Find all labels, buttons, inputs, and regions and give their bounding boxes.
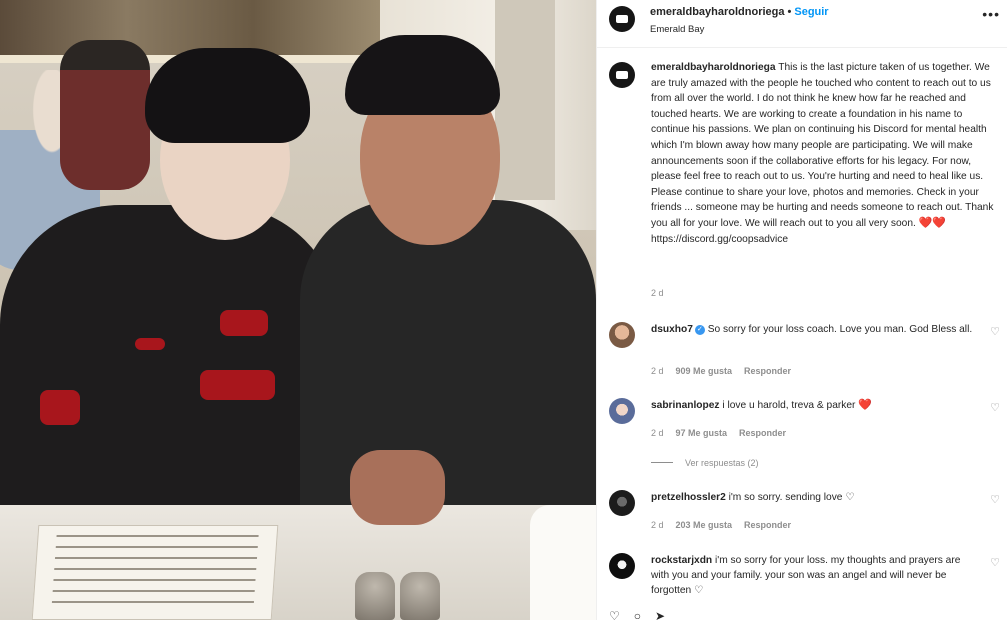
- commenter-avatar[interactable]: [609, 553, 635, 579]
- comment-likes[interactable]: 203 Me gusta: [676, 520, 733, 530]
- comment-meta: 2 d 203 Me gusta Responder: [651, 520, 803, 530]
- comment-text-block: pretzelhossler2 i'm so sorry. sending lo…: [651, 490, 981, 505]
- comment-likes[interactable]: 909 Me gusta: [676, 366, 733, 376]
- like-post-icon[interactable]: ♡: [609, 609, 634, 620]
- caption-timestamp[interactable]: 2 d: [651, 288, 664, 298]
- older-man-hair: [345, 35, 500, 115]
- heart-outline-emoji-icon: ♡: [845, 492, 855, 503]
- caption-username[interactable]: emeraldbayharoldnoriega: [651, 62, 776, 73]
- menu-card: [31, 525, 279, 620]
- follow-button[interactable]: Seguir: [794, 6, 828, 18]
- background-diner-2: [60, 40, 150, 190]
- reply-button[interactable]: Responder: [744, 366, 791, 376]
- young-man-sweater: [0, 205, 340, 525]
- heart-emoji-icon: ❤️: [858, 399, 872, 411]
- post-header: emeraldbayharoldnoriega • Seguir Emerald B…: [597, 0, 1007, 48]
- sweater-red-pattern: [200, 370, 275, 400]
- background-pillar: [495, 0, 555, 200]
- like-heart-icon[interactable]: ♡: [990, 556, 1000, 569]
- comment-likes[interactable]: 97 Me gusta: [676, 428, 728, 438]
- comment-time[interactable]: 2 d: [651, 428, 664, 438]
- comment-text-block: rockstarjxdn i'm so sorry for your loss.…: [651, 553, 981, 598]
- profile-username[interactable]: emeraldbayharoldnoriega: [650, 6, 785, 18]
- comment-text-block: sabrinanlopez i love u harold, treva & p…: [651, 398, 981, 413]
- salt-shaker: [355, 572, 395, 620]
- more-options-icon[interactable]: •••: [982, 6, 1000, 22]
- comment-text: i'm so sorry. sending love: [728, 492, 843, 503]
- comment-meta: 2 d 909 Me gusta Responder: [651, 366, 803, 376]
- replies-line: [651, 462, 673, 463]
- sweater-red-pattern: [40, 390, 80, 425]
- caption-avatar[interactable]: [609, 62, 635, 88]
- heart-emoji-icon: ❤️❤️: [918, 216, 947, 229]
- sweater-red-pattern: [135, 338, 165, 350]
- comment-time[interactable]: 2 d: [651, 366, 664, 376]
- commenter-avatar[interactable]: [609, 322, 635, 348]
- napkin: [530, 505, 596, 620]
- young-man-hair: [145, 48, 310, 143]
- comment-username[interactable]: sabrinanlopez: [651, 400, 720, 411]
- comment-meta: 2 d 97 Me gusta Responder: [651, 428, 798, 438]
- post-side-panel: emeraldbayharoldnoriega • Seguir Emerald B…: [596, 0, 1007, 620]
- action-bar: ♡○➤: [609, 609, 679, 620]
- like-heart-icon[interactable]: ♡: [990, 325, 1000, 338]
- like-heart-icon[interactable]: ♡: [990, 493, 1000, 506]
- comment-icon[interactable]: ○: [634, 609, 655, 620]
- view-replies-label[interactable]: Ver respuestas (2): [685, 458, 759, 468]
- heart-outline-emoji-icon: ♡: [694, 585, 704, 596]
- older-man-hand: [350, 450, 445, 525]
- profile-avatar[interactable]: [609, 6, 635, 32]
- comment-username[interactable]: rockstarjxdn: [651, 555, 712, 566]
- caption-body: This is the last picture taken of us tog…: [651, 62, 994, 229]
- comment-time[interactable]: 2 d: [651, 520, 664, 530]
- verified-badge-icon: ✓: [694, 325, 705, 335]
- reply-button[interactable]: Responder: [739, 428, 786, 438]
- commenter-avatar[interactable]: [609, 490, 635, 516]
- view-replies-button[interactable]: Ver respuestas (2): [651, 458, 759, 468]
- comment-text-block: dsuxho7 ✓ So sorry for your loss coach. L…: [651, 322, 981, 337]
- post-location[interactable]: Emerald Bay: [650, 24, 704, 35]
- caption-text-block: emeraldbayharoldnoriega This is the last…: [651, 60, 1001, 247]
- comment-text: So sorry for your loss coach. Love you m…: [707, 324, 973, 335]
- comment-text: i love u harold, treva & parker: [722, 400, 856, 411]
- share-icon[interactable]: ➤: [655, 609, 679, 620]
- separator-dot: •: [787, 6, 792, 18]
- comment-username[interactable]: pretzelhossler2: [651, 492, 726, 503]
- older-man-jacket: [300, 200, 596, 530]
- caption-link[interactable]: https://discord.gg/coopsadvice: [651, 234, 788, 245]
- commenter-avatar[interactable]: [609, 398, 635, 424]
- post-photo[interactable]: [0, 0, 596, 620]
- pepper-shaker: [400, 572, 440, 620]
- comment-username[interactable]: dsuxho7: [651, 324, 693, 335]
- sweater-red-pattern: [220, 310, 268, 336]
- like-heart-icon[interactable]: ♡: [990, 401, 1000, 414]
- reply-button[interactable]: Responder: [744, 520, 791, 530]
